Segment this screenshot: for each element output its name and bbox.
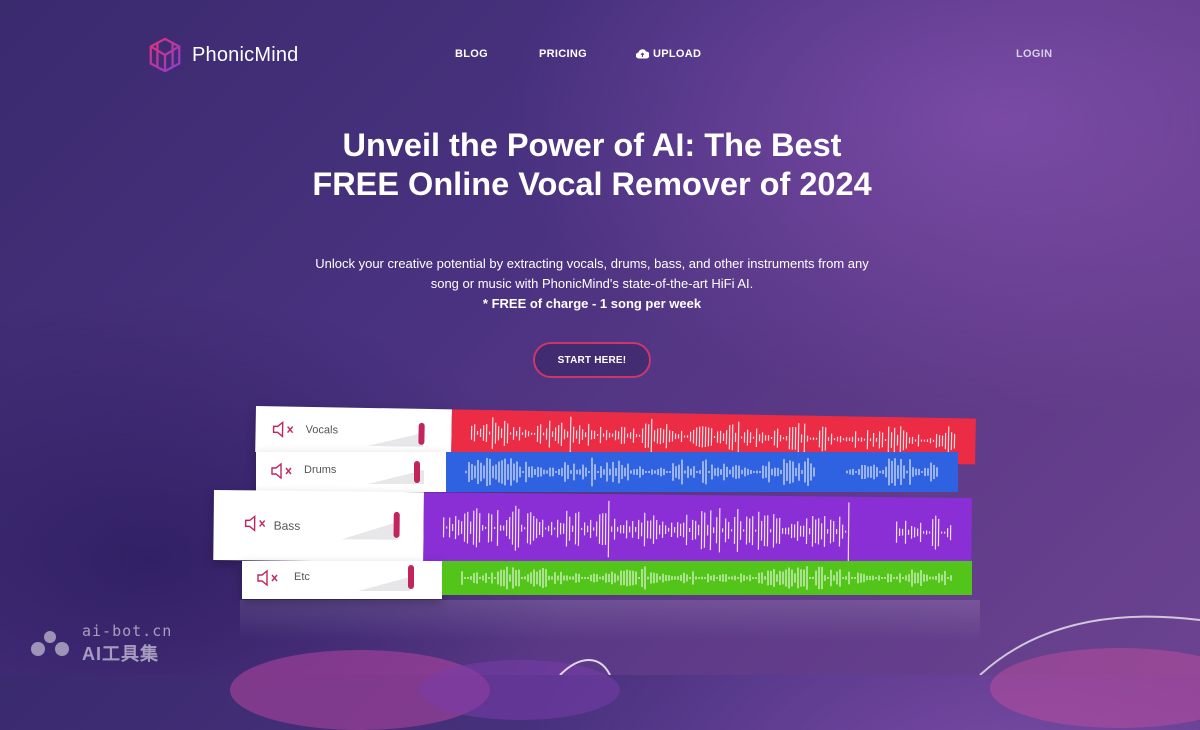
volume-slider-handle[interactable] <box>418 423 424 445</box>
waveform <box>423 492 972 568</box>
waveform-bar <box>804 424 805 454</box>
watermark: ai-bot.cn AI工具集 <box>26 622 172 666</box>
waveform-bar <box>651 419 652 453</box>
volume-slider-handle[interactable] <box>394 512 400 538</box>
decorative-curve <box>0 600 1200 675</box>
track-label: Drums <box>304 464 336 476</box>
volume-ramp-icon <box>358 577 410 591</box>
volume-ramp-icon <box>367 432 423 447</box>
track-row-bass: Bass <box>213 490 972 568</box>
waveform-bar <box>798 423 799 454</box>
waveform <box>442 561 972 595</box>
waveform-lines <box>423 492 972 568</box>
waveform-bar <box>570 417 571 452</box>
muted-speaker-icon <box>256 569 284 592</box>
track-row-etc: Etc <box>242 561 972 599</box>
muted-speaker-icon <box>271 420 299 443</box>
track-row-drums: Drums <box>256 452 958 492</box>
volume-slider-handle[interactable] <box>414 461 420 483</box>
track-label: Etc <box>294 571 310 583</box>
track-mixer-illustration: Vocals Drums Bass Etc <box>0 0 1200 675</box>
track-panel: Bass <box>213 490 424 562</box>
volume-ramp-icon <box>341 521 397 540</box>
muted-speaker-icon <box>244 514 272 537</box>
waveform-bar <box>492 417 493 449</box>
waveform-bar <box>738 422 739 453</box>
waveform <box>446 452 958 492</box>
track-panel: Etc <box>242 561 442 599</box>
volume-slider-handle[interactable] <box>408 565 414 589</box>
watermark-title: AI工具集 <box>82 640 172 666</box>
waveform-bar <box>848 502 849 560</box>
watermark-logo-icon <box>26 627 74 661</box>
waveform-lines <box>442 561 972 595</box>
waveform-bar <box>608 501 609 558</box>
watermark-domain: ai-bot.cn <box>82 622 172 640</box>
track-panel: Drums <box>256 452 446 492</box>
muted-speaker-icon <box>270 462 298 485</box>
track-label: Vocals <box>305 424 338 437</box>
track-panel: Vocals <box>255 406 452 455</box>
waveform-lines <box>446 452 958 492</box>
track-label: Bass <box>274 519 301 533</box>
